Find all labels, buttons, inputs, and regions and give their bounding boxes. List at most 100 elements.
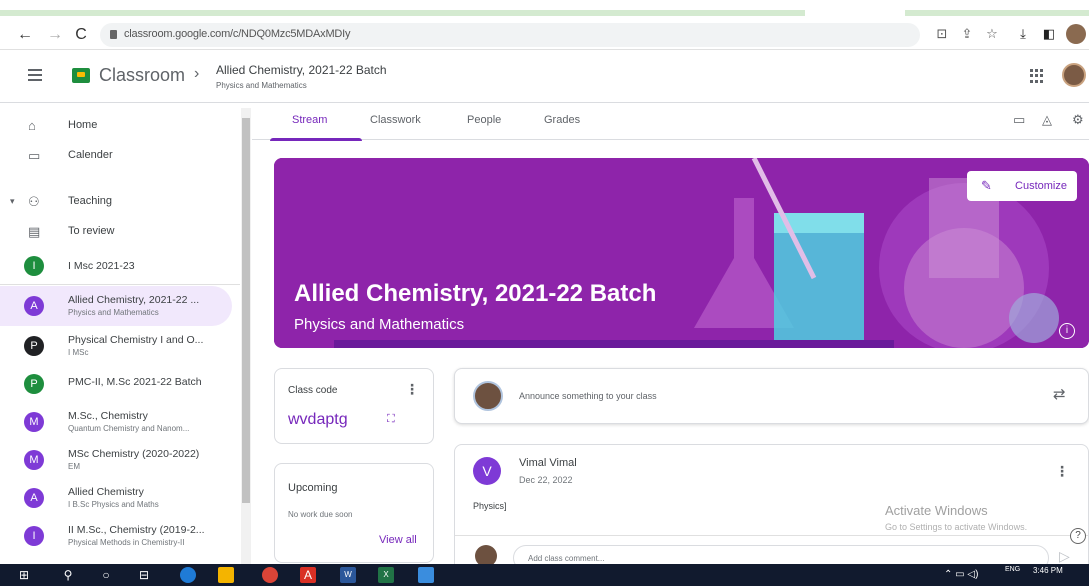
- lock-icon: [110, 30, 117, 39]
- multitask-icon[interactable]: ⊟: [136, 567, 152, 583]
- sidebar-item-label: Teaching: [68, 195, 113, 207]
- banner-subtitle: Physics and Mathematics: [294, 316, 465, 333]
- course-subtitle: Physics and Mathematics: [216, 81, 307, 90]
- sidebar: ⌂ Home ▭ Calender ▾ ⚇ Teaching ▤ To revi…: [0, 104, 251, 564]
- windows-taskbar: ⊞ ⚲ ○ ⊟ A W X ⌃ ▭ ◁) ENG 3:46 PM: [0, 564, 1089, 586]
- class-avatar: P: [24, 336, 44, 356]
- class-name: Allied Chemistry, 2021-22 ...: [68, 294, 200, 306]
- review-icon: ▤: [28, 224, 41, 239]
- class-name: PMC-II, M.Sc 2021-22 Batch: [68, 376, 202, 388]
- class-item[interactable]: A Allied Chemistry, 2021-22 ... Physics …: [0, 286, 232, 326]
- class-avatar: A: [24, 488, 44, 508]
- browser-tab[interactable]: [0, 10, 805, 16]
- reload-icon[interactable]: C: [70, 24, 92, 46]
- google-apps-icon[interactable]: [1030, 69, 1044, 83]
- class-name: MSc Chemistry (2020-2022): [68, 448, 200, 460]
- class-item[interactable]: I I Msc 2021-23: [0, 246, 232, 286]
- class-avatar: I: [24, 526, 44, 546]
- tab-grades[interactable]: Grades: [544, 114, 580, 126]
- customize-button[interactable]: ✎ Customize: [967, 171, 1077, 201]
- download-icon[interactable]: ⤓: [1014, 26, 1032, 42]
- more-vert-icon[interactable]: ⋮: [405, 381, 419, 398]
- word-icon[interactable]: W: [340, 567, 356, 583]
- photos-icon[interactable]: [418, 567, 434, 583]
- drive-icon[interactable]: ◬: [1042, 112, 1052, 128]
- class-name: Physical Chemistry I and O...: [68, 334, 204, 346]
- tab-people[interactable]: People: [467, 114, 501, 126]
- class-avatar: I: [24, 256, 44, 276]
- scrollbar-thumb[interactable]: [242, 118, 250, 503]
- task-view-icon[interactable]: ○: [98, 567, 114, 583]
- browser-toolbar: ← → C classroom.google.com/c/NDQ0Mzc5MDA…: [0, 20, 1089, 50]
- browser-tab[interactable]: [905, 10, 1089, 16]
- avatar[interactable]: [1062, 63, 1086, 87]
- sidebar-item-label: Calender: [68, 149, 113, 161]
- menu-icon[interactable]: [28, 69, 42, 81]
- sidebar-item-calendar[interactable]: ▭ Calender: [0, 136, 240, 174]
- file-explorer-icon[interactable]: [218, 567, 234, 583]
- edge-icon[interactable]: [180, 567, 196, 583]
- class-name: I Msc 2021-23: [68, 260, 135, 272]
- class-item[interactable]: A Allied Chemistry I B.Sc Physics and Ma…: [0, 478, 232, 518]
- clock-time[interactable]: 3:46 PM: [1033, 566, 1063, 575]
- class-subtitle: Physical Methods in Chemistry-II: [68, 538, 185, 547]
- sidebar-item-to-review[interactable]: ▤ To review: [0, 212, 240, 250]
- sidebar-item-label: Home: [68, 119, 98, 131]
- caret-down-icon: ▾: [10, 196, 15, 206]
- class-item[interactable]: I II M.Sc., Chemistry (2019-2... Physica…: [0, 516, 232, 556]
- search-icon[interactable]: ⚲: [60, 567, 76, 583]
- send-icon[interactable]: ▷: [1059, 548, 1070, 565]
- active-tab-indicator: [270, 138, 362, 141]
- calendar-icon: ▭: [28, 148, 41, 163]
- info-icon[interactable]: i: [1059, 323, 1075, 339]
- class-item[interactable]: P Physical Chemistry I and O... I MSc: [0, 326, 232, 366]
- teaching-icon: ⚇: [28, 194, 40, 209]
- tab-classwork[interactable]: Classwork: [370, 114, 421, 126]
- class-subtitle: EM: [68, 462, 80, 471]
- class-item[interactable]: M MSc Chemistry (2020-2022) EM: [0, 440, 232, 480]
- course-banner: Allied Chemistry, 2021-22 Batch Physics …: [274, 158, 1089, 348]
- course-title: Allied Chemistry, 2021-22 Batch: [216, 63, 387, 77]
- back-arrow-icon[interactable]: ←: [14, 24, 36, 46]
- star-icon[interactable]: ☆: [983, 26, 1001, 42]
- chrome-icon[interactable]: [262, 567, 278, 583]
- app-title[interactable]: Classroom: [99, 65, 185, 86]
- gear-icon[interactable]: ⚙: [1072, 112, 1084, 128]
- windows-start-icon[interactable]: ⊞: [16, 567, 32, 583]
- sidebar-scrollbar[interactable]: [241, 108, 251, 568]
- share-icon[interactable]: ⇪: [958, 26, 976, 42]
- class-avatar: M: [24, 450, 44, 470]
- view-all-link[interactable]: View all: [379, 534, 417, 546]
- browser-tab-strip: [0, 0, 1089, 20]
- calendar-icon[interactable]: ▭: [1013, 112, 1025, 128]
- banner-title: Allied Chemistry, 2021-22 Batch: [294, 280, 657, 307]
- watermark-line2: Go to Settings to activate Windows.: [885, 522, 1028, 532]
- more-vert-icon[interactable]: ⋮: [1055, 463, 1069, 480]
- sidepanel-icon[interactable]: ◧: [1040, 26, 1058, 42]
- pdf-reader-icon[interactable]: A: [300, 567, 316, 583]
- class-name: II M.Sc., Chemistry (2019-2...: [68, 524, 205, 536]
- fullscreen-icon[interactable]: ⛶: [387, 413, 395, 426]
- divider: [455, 535, 1088, 536]
- announce-box[interactable]: Announce something to your class ⇄: [454, 368, 1089, 424]
- tab-stream[interactable]: Stream: [292, 114, 327, 126]
- excel-icon[interactable]: X: [378, 567, 394, 583]
- forward-arrow-icon[interactable]: →: [44, 24, 66, 46]
- announce-placeholder[interactable]: Announce something to your class: [519, 391, 657, 401]
- class-avatar: P: [24, 374, 44, 394]
- class-item[interactable]: P PMC-II, M.Sc 2021-22 Batch: [0, 364, 232, 404]
- watermark-line1: Activate Windows: [885, 503, 988, 518]
- post-author: Vimal Vimal: [519, 457, 577, 469]
- install-app-icon[interactable]: ⊡: [933, 26, 951, 42]
- sidebar-item-label: To review: [68, 225, 115, 237]
- language-indicator[interactable]: ENG: [1005, 566, 1020, 573]
- class-item[interactable]: M M.Sc., Chemistry Quantum Chemistry and…: [0, 402, 232, 442]
- activate-windows-watermark: Activate Windows Go to Settings to activ…: [885, 503, 1027, 532]
- address-bar[interactable]: classroom.google.com/c/NDQ0Mzc5MDAxMDIy: [100, 23, 920, 47]
- repost-icon[interactable]: ⇄: [1053, 385, 1066, 403]
- browser-profile-avatar[interactable]: [1066, 24, 1086, 44]
- system-tray-icon[interactable]: ⌃ ▭ ◁): [944, 569, 978, 580]
- help-icon[interactable]: ?: [1070, 528, 1086, 544]
- avatar: V: [473, 457, 501, 485]
- class-avatar: A: [24, 296, 44, 316]
